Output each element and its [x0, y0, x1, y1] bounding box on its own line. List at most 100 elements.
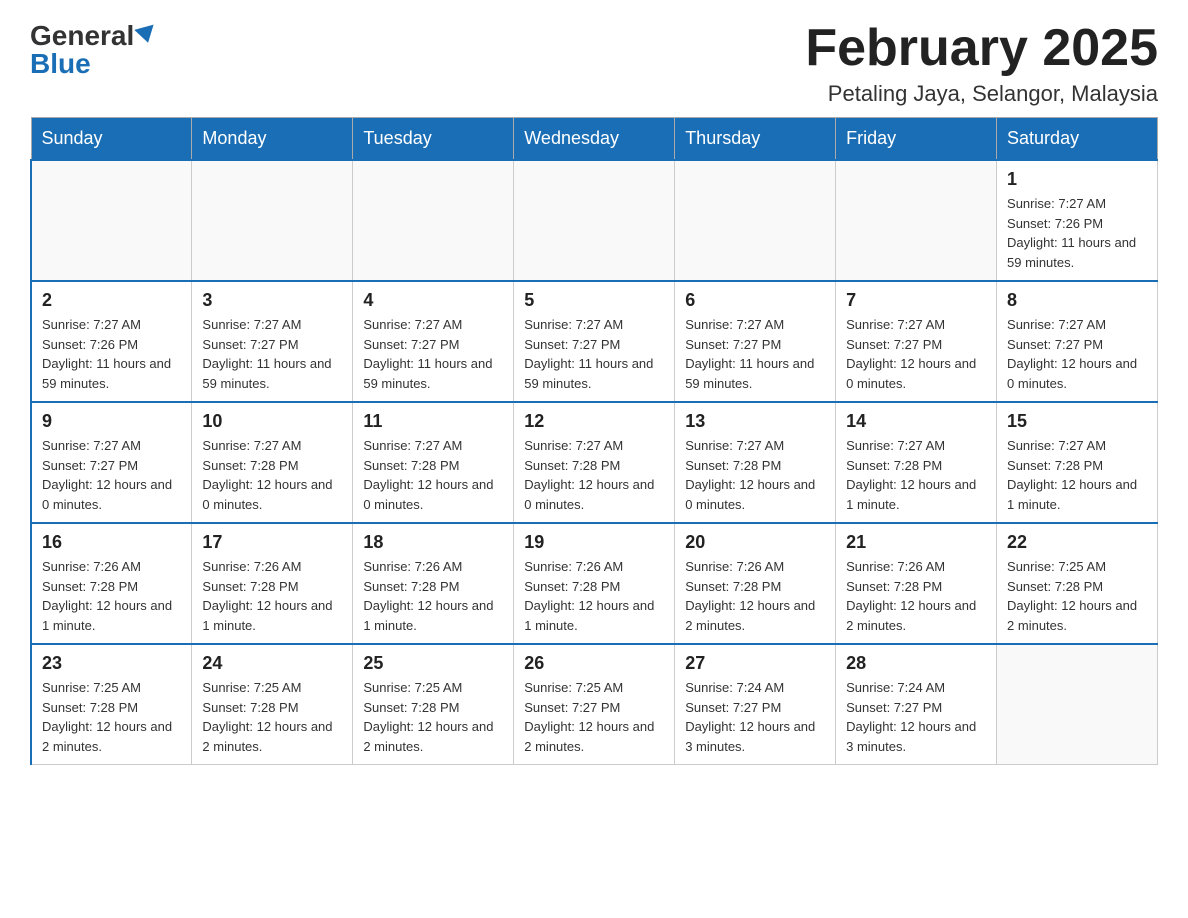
weekday-header-wednesday: Wednesday: [514, 118, 675, 161]
day-cell-20: 20Sunrise: 7:26 AM Sunset: 7:28 PM Dayli…: [675, 523, 836, 644]
weekday-header-tuesday: Tuesday: [353, 118, 514, 161]
week-row-2: 2 Sunrise: 7:27 AM Sunset: 7:26 PM Daylig…: [31, 281, 1158, 402]
day-number: 10: [202, 411, 342, 432]
day-cell-3: 3 Sunrise: 7:27 AM Sunset: 7:27 PM Daylig…: [192, 281, 353, 402]
day-number: 8: [1007, 290, 1147, 311]
day-info: Sunrise: 7:24 AM Sunset: 7:27 PM Dayligh…: [685, 678, 825, 756]
day-info: Sunrise: 7:25 AM Sunset: 7:27 PM Dayligh…: [524, 678, 664, 756]
day-cell-28: 28 Sunrise: 7:24 AM Sunset: 7:27 PM Dayli…: [836, 644, 997, 765]
day-info: Sunrise: 7:26 AM Sunset: 7:28 PM Dayligh…: [42, 557, 181, 635]
day-info: Sunrise: 7:27 AM Sunset: 7:27 PM Dayligh…: [524, 315, 664, 393]
day-cell-23: 23 Sunrise: 7:25 AM Sunset: 7:28 PM Dayli…: [31, 644, 192, 765]
day-info: Sunrise: 7:25 AM Sunset: 7:28 PM Dayligh…: [202, 678, 342, 756]
day-number: 4: [363, 290, 503, 311]
month-title: February 2025: [805, 20, 1158, 77]
day-cell-12: 12Sunrise: 7:27 AM Sunset: 7:28 PM Dayli…: [514, 402, 675, 523]
day-number: 11: [363, 411, 503, 432]
day-cell-18: 18 Sunrise: 7:26 AM Sunset: 7:28 PM Dayli…: [353, 523, 514, 644]
page-header: General Blue February 2025 Petaling Jaya…: [30, 20, 1158, 107]
day-number: 21: [846, 532, 986, 553]
logo: General Blue: [30, 20, 156, 80]
day-info: Sunrise: 7:27 AM Sunset: 7:26 PM Dayligh…: [1007, 194, 1147, 272]
day-number: 2: [42, 290, 181, 311]
day-info: Sunrise: 7:25 AM Sunset: 7:28 PM Dayligh…: [363, 678, 503, 756]
empty-cell: [31, 160, 192, 281]
day-number: 7: [846, 290, 986, 311]
day-number: 26: [524, 653, 664, 674]
day-number: 27: [685, 653, 825, 674]
day-info: Sunrise: 7:27 AM Sunset: 7:28 PM Dayligh…: [846, 436, 986, 514]
title-section: February 2025 Petaling Jaya, Selangor, M…: [805, 20, 1158, 107]
day-cell-25: 25 Sunrise: 7:25 AM Sunset: 7:28 PM Dayli…: [353, 644, 514, 765]
day-number: 25: [363, 653, 503, 674]
day-cell-17: 17Sunrise: 7:26 AM Sunset: 7:28 PM Dayli…: [192, 523, 353, 644]
day-cell-15: 15 Sunrise: 7:27 AM Sunset: 7:28 PM Dayli…: [997, 402, 1158, 523]
weekday-header-saturday: Saturday: [997, 118, 1158, 161]
empty-cell: [997, 644, 1158, 765]
empty-cell: [514, 160, 675, 281]
day-info: Sunrise: 7:26 AM Sunset: 7:28 PM Dayligh…: [685, 557, 825, 635]
weekday-header-row: SundayMondayTuesdayWednesdayThursdayFrid…: [31, 118, 1158, 161]
day-info: Sunrise: 7:27 AM Sunset: 7:27 PM Dayligh…: [846, 315, 986, 393]
day-info: Sunrise: 7:27 AM Sunset: 7:28 PM Dayligh…: [1007, 436, 1147, 514]
weekday-header-monday: Monday: [192, 118, 353, 161]
day-cell-14: 14 Sunrise: 7:27 AM Sunset: 7:28 PM Dayli…: [836, 402, 997, 523]
day-number: 13: [685, 411, 825, 432]
day-number: 19: [524, 532, 664, 553]
day-cell-10: 10 Sunrise: 7:27 AM Sunset: 7:28 PM Dayli…: [192, 402, 353, 523]
day-number: 24: [202, 653, 342, 674]
day-info: Sunrise: 7:26 AM Sunset: 7:28 PM Dayligh…: [202, 557, 342, 635]
day-number: 9: [42, 411, 181, 432]
day-info: Sunrise: 7:25 AM Sunset: 7:28 PM Dayligh…: [42, 678, 181, 756]
week-row-3: 9Sunrise: 7:27 AM Sunset: 7:27 PM Daylig…: [31, 402, 1158, 523]
day-number: 14: [846, 411, 986, 432]
day-cell-9: 9Sunrise: 7:27 AM Sunset: 7:27 PM Daylig…: [31, 402, 192, 523]
day-number: 16: [42, 532, 181, 553]
day-number: 5: [524, 290, 664, 311]
day-info: Sunrise: 7:27 AM Sunset: 7:27 PM Dayligh…: [685, 315, 825, 393]
weekday-header-friday: Friday: [836, 118, 997, 161]
day-cell-27: 27 Sunrise: 7:24 AM Sunset: 7:27 PM Dayli…: [675, 644, 836, 765]
day-number: 28: [846, 653, 986, 674]
day-cell-4: 4 Sunrise: 7:27 AM Sunset: 7:27 PM Daylig…: [353, 281, 514, 402]
week-row-1: 1 Sunrise: 7:27 AM Sunset: 7:26 PM Daylig…: [31, 160, 1158, 281]
day-cell-22: 22Sunrise: 7:25 AM Sunset: 7:28 PM Dayli…: [997, 523, 1158, 644]
day-info: Sunrise: 7:27 AM Sunset: 7:28 PM Dayligh…: [363, 436, 503, 514]
day-info: Sunrise: 7:26 AM Sunset: 7:28 PM Dayligh…: [524, 557, 664, 635]
day-number: 18: [363, 532, 503, 553]
day-info: Sunrise: 7:27 AM Sunset: 7:28 PM Dayligh…: [685, 436, 825, 514]
day-info: Sunrise: 7:24 AM Sunset: 7:27 PM Dayligh…: [846, 678, 986, 756]
location: Petaling Jaya, Selangor, Malaysia: [805, 81, 1158, 107]
day-number: 6: [685, 290, 825, 311]
day-info: Sunrise: 7:27 AM Sunset: 7:26 PM Dayligh…: [42, 315, 181, 393]
weekday-header-thursday: Thursday: [675, 118, 836, 161]
day-number: 23: [42, 653, 181, 674]
empty-cell: [192, 160, 353, 281]
day-cell-24: 24 Sunrise: 7:25 AM Sunset: 7:28 PM Dayli…: [192, 644, 353, 765]
day-cell-19: 19 Sunrise: 7:26 AM Sunset: 7:28 PM Dayli…: [514, 523, 675, 644]
empty-cell: [353, 160, 514, 281]
day-number: 1: [1007, 169, 1147, 190]
day-cell-13: 13 Sunrise: 7:27 AM Sunset: 7:28 PM Dayli…: [675, 402, 836, 523]
day-cell-21: 21Sunrise: 7:26 AM Sunset: 7:28 PM Dayli…: [836, 523, 997, 644]
day-info: Sunrise: 7:27 AM Sunset: 7:27 PM Dayligh…: [1007, 315, 1147, 393]
day-info: Sunrise: 7:27 AM Sunset: 7:28 PM Dayligh…: [202, 436, 342, 514]
day-info: Sunrise: 7:27 AM Sunset: 7:27 PM Dayligh…: [202, 315, 342, 393]
day-cell-16: 16 Sunrise: 7:26 AM Sunset: 7:28 PM Dayli…: [31, 523, 192, 644]
day-number: 3: [202, 290, 342, 311]
day-info: Sunrise: 7:27 AM Sunset: 7:27 PM Dayligh…: [363, 315, 503, 393]
empty-cell: [836, 160, 997, 281]
day-cell-11: 11 Sunrise: 7:27 AM Sunset: 7:28 PM Dayli…: [353, 402, 514, 523]
day-info: Sunrise: 7:27 AM Sunset: 7:28 PM Dayligh…: [524, 436, 664, 514]
day-number: 15: [1007, 411, 1147, 432]
day-info: Sunrise: 7:26 AM Sunset: 7:28 PM Dayligh…: [363, 557, 503, 635]
day-cell-5: 5 Sunrise: 7:27 AM Sunset: 7:27 PM Daylig…: [514, 281, 675, 402]
day-cell-2: 2 Sunrise: 7:27 AM Sunset: 7:26 PM Daylig…: [31, 281, 192, 402]
day-cell-1: 1 Sunrise: 7:27 AM Sunset: 7:26 PM Daylig…: [997, 160, 1158, 281]
weekday-header-sunday: Sunday: [31, 118, 192, 161]
empty-cell: [675, 160, 836, 281]
day-cell-6: 6 Sunrise: 7:27 AM Sunset: 7:27 PM Daylig…: [675, 281, 836, 402]
week-row-4: 16 Sunrise: 7:26 AM Sunset: 7:28 PM Dayli…: [31, 523, 1158, 644]
logo-triangle-icon: [135, 25, 158, 46]
calendar-table: SundayMondayTuesdayWednesdayThursdayFrid…: [30, 117, 1158, 765]
